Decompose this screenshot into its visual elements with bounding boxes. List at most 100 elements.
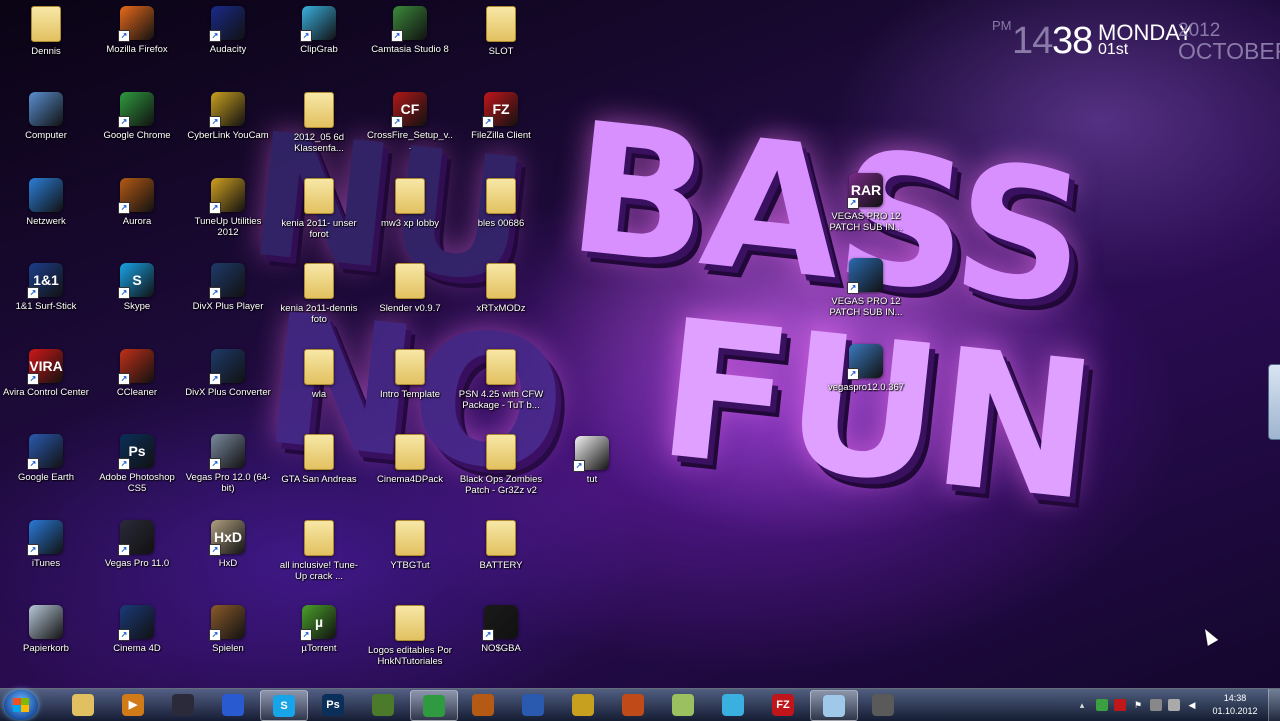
desktop-icon[interactable]: ↗ CyberLink YouCam [185, 92, 271, 141]
desktop-icon[interactable]: YTBGTut [367, 520, 453, 571]
desktop-icon[interactable]: RAR ↗ VEGAS PRO 12 PATCH SUB IN... [823, 173, 909, 233]
desktop-icon[interactable]: 2012_05 6d Klassenfa... [276, 92, 362, 154]
taskbar-google-earth-button[interactable] [510, 690, 556, 719]
desktop-icon[interactable]: ↗ CCleaner [94, 349, 180, 398]
desktop-icon[interactable]: 1&1 ↗ 1&1 Surf-Stick [3, 263, 89, 312]
desktop-icon[interactable]: Papierkorb [3, 605, 89, 654]
taskbar-explorer-button[interactable] [60, 690, 106, 719]
desktop-icon[interactable]: bles 00686 [458, 178, 544, 229]
desktop-icon[interactable]: kenia 2o11- unser forot [276, 178, 362, 240]
desktop-icon-label: Audacity [209, 44, 247, 55]
desktop-icon[interactable]: mw3 xp lobby [367, 178, 453, 229]
desktop-icon[interactable]: ↗ DivX Plus Converter [185, 349, 271, 398]
taskbar-vegas-pro-button[interactable] [160, 690, 206, 719]
desktop-icon[interactable]: GTA San Andreas [276, 434, 362, 485]
volume-icon[interactable]: ◀ [1186, 699, 1198, 711]
desktop-icon-label: Avira Control Center [3, 387, 89, 398]
desktop-icon-label: vegaspro12.0.367 [827, 382, 905, 393]
desktop-icon-label: DivX Plus Player [192, 301, 264, 312]
desktop-icon[interactable]: CF ↗ CrossFire_Setup_v... [367, 92, 453, 152]
desktop-icon[interactable]: Computer [3, 92, 89, 141]
desktop-icon[interactable]: ↗ Vegas Pro 12.0 (64-bit) [185, 434, 271, 494]
app-icon: ↗ [118, 605, 154, 641]
desktop-icon[interactable]: all inclusive! Tune-Up crack ... [276, 520, 362, 582]
mouse-cursor-icon [1199, 626, 1219, 646]
desktop-icon[interactable]: ↗ iTunes [3, 520, 89, 569]
clock-gadget[interactable]: PM 14 38 MONDAY 01st 2012 OCTOBER [990, 14, 1280, 66]
taskbar-audacity-button[interactable] [610, 690, 656, 719]
taskbar-aurora-button[interactable] [460, 690, 506, 719]
desktop-icon[interactable]: ↗ TuneUp Utilities 2012 [185, 178, 271, 238]
taskbar-media-player-button[interactable]: ▶ [110, 690, 156, 719]
desktop-icon-label: Google Chrome [103, 130, 171, 141]
desktop-icon[interactable]: Ps ↗ Adobe Photoshop CS5 [94, 434, 180, 494]
desktop-icon[interactable]: ↗ Vegas Pro 11.0 [94, 520, 180, 569]
folder-icon [304, 178, 334, 214]
desktop-icon[interactable]: µ ↗ µTorrent [276, 605, 362, 654]
filezilla-icon: FZ [772, 693, 794, 716]
desktop-icon[interactable]: Cinema4DPack [367, 434, 453, 485]
avira-tray-icon[interactable] [1114, 699, 1126, 711]
desktop-icon[interactable]: SLOT [458, 6, 544, 57]
desktop-icon[interactable]: Black Ops Zombies Patch - Gr3Zz v2 [458, 434, 544, 496]
taskbar-skype-button[interactable]: S [260, 690, 308, 721]
desktop-icon[interactable]: ↗ Audacity [185, 6, 271, 55]
desktop-icon[interactable]: ↗ tut [549, 436, 635, 485]
action-center-flag-icon[interactable]: ⚑ [1132, 699, 1144, 711]
taskbar-minecraft-button[interactable] [360, 690, 406, 719]
sidebar-gadget-tab[interactable] [1268, 364, 1280, 440]
desktop-icon[interactable]: kenia 2o11-dennis foto [276, 263, 362, 325]
desktop-icon[interactable]: ↗ ClipGrab [276, 6, 362, 55]
desktop-icon[interactable]: ↗ Google Earth [3, 434, 89, 483]
app-icon: Ps ↗ [118, 434, 154, 470]
taskbar-youcam-button[interactable] [560, 690, 606, 719]
desktop-icon[interactable]: ↗ vegaspro12.0.367 [823, 344, 909, 393]
desktop-icon[interactable]: VIRA ↗ Avira Control Center [3, 349, 89, 398]
app-icon: HxD ↗ [209, 520, 245, 556]
desktop-icon[interactable]: ↗ VEGAS PRO 12 PATCH SUB IN... [823, 258, 909, 318]
network-icon[interactable] [1168, 699, 1180, 711]
desktop-icon[interactable]: ↗ Google Chrome [94, 92, 180, 141]
desktop-icon[interactable]: Netzwerk [3, 178, 89, 227]
desktop-icon[interactable]: FZ ↗ FileZilla Client [458, 92, 544, 141]
desktop-icon[interactable]: wla [276, 349, 362, 400]
show-hidden-icons-icon[interactable]: ▴ [1076, 699, 1088, 711]
taskbar-window-button[interactable] [810, 690, 858, 721]
desktop-icon[interactable]: ↗ Spielen [185, 605, 271, 654]
taskbar-clipgrab-button[interactable] [710, 690, 756, 719]
shortcut-arrow-icon: ↗ [118, 30, 130, 42]
taskbar-camtasia-button[interactable] [860, 690, 906, 719]
app-icon: ↗ [209, 6, 245, 42]
shortcut-arrow-icon: ↗ [209, 202, 221, 214]
desktop-icon[interactable]: Dennis [3, 6, 89, 57]
desktop-icon[interactable]: Logos editables Por HnkNTutoriales [367, 605, 453, 667]
desktop-icon[interactable]: ↗ Cinema 4D [94, 605, 180, 654]
taskbar-filezilla-button[interactable]: FZ [760, 690, 806, 719]
taskbar-chrome-button[interactable] [410, 690, 458, 721]
app-icon: S ↗ [118, 263, 154, 299]
desktop-icon[interactable]: Slender v0.9.7 [367, 263, 453, 314]
usb-device-icon[interactable] [1150, 699, 1162, 711]
taskbar-clock[interactable]: 14:38 01.10.2012 [1212, 692, 1258, 718]
desktop-icon-label: kenia 2o11- unser forot [281, 218, 357, 240]
desktop-icon[interactable]: ↗ DivX Plus Player [185, 263, 271, 312]
desktop-icon[interactable]: ↗ Aurora [94, 178, 180, 227]
desktop-icon[interactable]: S ↗ Skype [94, 263, 180, 312]
desktop-icon[interactable]: xRTxMODz [458, 263, 544, 314]
tray-app-icon[interactable] [1096, 699, 1108, 711]
desktop-icon[interactable]: ↗ Mozilla Firefox [94, 6, 180, 55]
desktop-icon-label: Vegas Pro 12.0 (64-bit) [185, 472, 271, 494]
folder-icon [395, 263, 425, 299]
taskbar-photoshop-button[interactable]: Ps [310, 690, 356, 719]
desktop-icon[interactable]: PSN 4.25 with CFW Package - TuT b... [458, 349, 544, 411]
explorer-icon [72, 693, 94, 716]
desktop-icon[interactable]: Intro Template [367, 349, 453, 400]
show-desktop-button[interactable] [1268, 689, 1280, 721]
start-button[interactable] [4, 690, 38, 720]
desktop-icon[interactable]: ↗ Camtasia Studio 8 [367, 6, 453, 55]
desktop-icon[interactable]: ↗ NO$GBA [458, 605, 544, 654]
taskbar-firefox-button[interactable] [210, 690, 256, 719]
desktop-icon[interactable]: BATTERY [458, 520, 544, 571]
desktop-icon[interactable]: HxD ↗ HxD [185, 520, 271, 569]
taskbar-notes-button[interactable] [660, 690, 706, 719]
